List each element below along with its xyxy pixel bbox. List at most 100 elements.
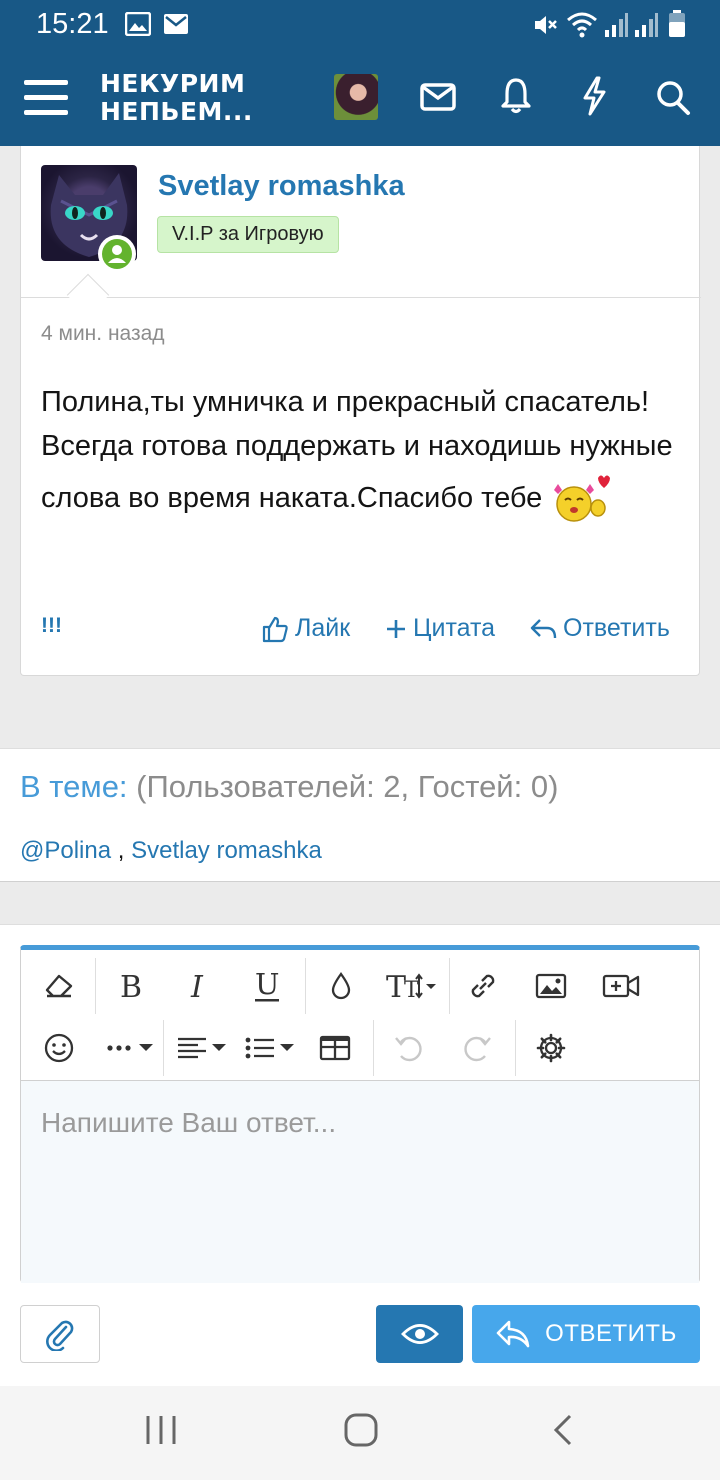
eye-icon: [400, 1324, 439, 1344]
bold-icon: B: [120, 971, 142, 1001]
list-button[interactable]: [239, 1020, 303, 1076]
viewer-separator: ,: [117, 837, 125, 864]
status-time: 15:21: [36, 8, 109, 40]
svg-text:U: U: [255, 969, 279, 1001]
mute-icon: [535, 16, 557, 34]
logo-line-1: НЕКУРИМ: [100, 69, 246, 98]
nav-bar: НЕКУРИМ НЕПЬЕМ...: [0, 56, 720, 146]
account-avatar[interactable]: [334, 74, 378, 120]
link-icon: [471, 974, 495, 998]
font-size-button[interactable]: TT: [381, 958, 445, 1014]
redo-icon: [464, 1036, 491, 1062]
clear-format-button[interactable]: [31, 958, 87, 1014]
quote-label: Цитата: [413, 614, 496, 642]
eraser-icon: [45, 974, 73, 998]
lightning-icon[interactable]: [580, 76, 608, 116]
post-author-header: Svetlay romashka V.I.P за Игровую: [21, 146, 701, 317]
submit-reply-button[interactable]: ОТВЕТИТЬ: [472, 1305, 700, 1363]
report-link[interactable]: !!!: [41, 614, 62, 638]
online-status-icon: [98, 235, 136, 273]
editor-settings-button[interactable]: [523, 1020, 579, 1076]
user-title-badge: V.I.P за Игровую: [157, 216, 339, 253]
reply-icon: [530, 618, 557, 638]
viewers-counts: (Пользователей: 2, Гостей: 0): [136, 769, 559, 804]
insert-image-button[interactable]: [523, 958, 579, 1014]
reply-button[interactable]: Ответить: [529, 614, 670, 643]
insert-table-button[interactable]: [307, 1020, 363, 1076]
undo-button[interactable]: [381, 1020, 437, 1076]
bold-button[interactable]: B: [103, 958, 159, 1014]
post-body: Полина,ты умничка и прекрасный спасатель…: [41, 380, 681, 522]
rich-text-editor: B I U TT Напишите Ваш ответ...: [20, 945, 700, 1283]
table-icon: [319, 1035, 351, 1061]
image-icon: [535, 973, 567, 999]
menu-icon[interactable]: [24, 80, 68, 116]
smiley-icon: [44, 1033, 74, 1063]
thread-viewers-panel: В теме: (Пользователей: 2, Гостей: 0) @P…: [0, 748, 720, 882]
reply-label: Ответить: [563, 614, 670, 642]
italic-button[interactable]: I: [171, 958, 227, 1014]
svg-text:I: I: [190, 971, 204, 1001]
droplet-icon: [331, 972, 351, 1000]
quote-button[interactable]: Цитата: [385, 614, 495, 643]
video-plus-icon: [602, 974, 640, 998]
signal-icon-2: [635, 13, 658, 37]
bullet-list-icon: [245, 1037, 294, 1059]
site-logo[interactable]: НЕКУРИМ НЕПЬЕМ...: [100, 70, 253, 126]
more-dots-icon: [107, 1044, 153, 1051]
align-button[interactable]: [171, 1020, 235, 1076]
bell-icon[interactable]: [500, 76, 532, 116]
gear-icon: [536, 1033, 566, 1063]
like-label: Лайк: [295, 614, 351, 642]
logo-line-2: НЕПЬЕМ...: [100, 97, 253, 126]
align-left-icon: [178, 1037, 226, 1059]
mail-notification-icon: [164, 14, 188, 34]
attach-files-button[interactable]: [20, 1305, 100, 1363]
submit-reply-label: ОТВЕТИТЬ: [545, 1320, 677, 1347]
status-bar: 15:21: [0, 0, 720, 50]
home-icon[interactable]: [343, 1412, 379, 1448]
toolbar-divider: [515, 1020, 516, 1076]
recent-apps-icon[interactable]: [144, 1412, 178, 1448]
preview-button[interactable]: [376, 1305, 463, 1363]
undo-icon: [395, 1036, 422, 1062]
header-caret: [66, 273, 110, 317]
image-notification-icon: [125, 12, 151, 36]
battery-icon: [669, 10, 685, 37]
signal-icon-1: [605, 13, 628, 37]
hug-smiley-icon: [554, 475, 611, 522]
reply-form: B I U TT Напишите Ваш ответ... ОТВЕТИТЬ: [0, 924, 720, 1386]
author-username[interactable]: Svetlay romashka: [158, 170, 405, 203]
reply-textarea[interactable]: Напишите Ваш ответ...: [21, 1081, 699, 1283]
underline-button[interactable]: U: [239, 958, 295, 1014]
viewer-link-polina[interactable]: @Polina: [20, 837, 111, 864]
toolbar-divider: [449, 958, 450, 1014]
viewers-label: В теме:: [20, 769, 128, 804]
viewer-link-svetlay[interactable]: Svetlay romashka: [131, 837, 322, 864]
thumbs-up-icon: [262, 616, 288, 642]
more-options-button[interactable]: [99, 1020, 163, 1076]
insert-media-button[interactable]: [593, 958, 649, 1014]
svg-text:T: T: [404, 978, 419, 1002]
toolbar-divider: [373, 1020, 374, 1076]
toolbar-divider: [95, 958, 96, 1014]
text-color-button[interactable]: [313, 958, 369, 1014]
reply-arrow-icon: [496, 1320, 530, 1348]
insert-link-button[interactable]: [455, 958, 511, 1014]
svg-text:T: T: [386, 970, 406, 1002]
post-card: Svetlay romashka V.I.P за Игровую 4 мин.…: [20, 146, 701, 676]
system-nav-bar: [0, 1386, 720, 1480]
search-icon[interactable]: [655, 76, 691, 116]
post-timestamp[interactable]: 4 мин. назад: [41, 322, 165, 346]
app-header: 15:21 НЕКУРИМ НЕПЬЕМ...: [0, 0, 720, 146]
italic-icon: I: [190, 971, 204, 1001]
emoji-button[interactable]: [31, 1020, 87, 1076]
editor-toolbar: B I U TT: [21, 950, 699, 1081]
back-icon[interactable]: [550, 1412, 578, 1448]
inbox-icon[interactable]: [420, 76, 456, 116]
post-actions: !!! Лайк Цитата Ответить: [21, 614, 701, 654]
viewers-title: В теме: (Пользователей: 2, Гостей: 0): [20, 769, 558, 805]
text-size-icon: TT: [386, 970, 436, 1002]
redo-button[interactable]: [449, 1020, 505, 1076]
like-button[interactable]: Лайк: [261, 614, 350, 643]
